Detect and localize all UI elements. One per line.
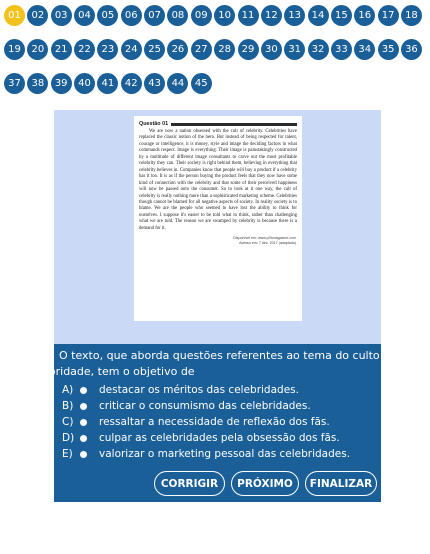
question-number-button-07[interactable]: 07: [144, 5, 166, 26]
alternative-c[interactable]: C) ressaltar a necessidade de reflexão d…: [62, 414, 330, 430]
question-number-button-28[interactable]: 28: [214, 39, 236, 60]
question-number-button-26[interactable]: 26: [167, 39, 189, 60]
question-number-button-20[interactable]: 20: [27, 39, 49, 60]
question-number-button-05[interactable]: 05: [97, 5, 119, 26]
question-number-button-45[interactable]: 45: [190, 73, 212, 94]
doc-header-bar: [171, 122, 297, 126]
radio-button[interactable]: [80, 418, 87, 426]
radio-button[interactable]: [80, 402, 87, 410]
question-number-button-13[interactable]: 13: [284, 5, 306, 26]
alternative-letter: D): [62, 432, 75, 444]
radio-button[interactable]: [80, 450, 87, 458]
question-number-button-11[interactable]: 11: [237, 5, 259, 26]
question-number-button-37[interactable]: 37: [4, 73, 25, 94]
question-number-button-15[interactable]: 15: [330, 5, 352, 26]
alternative-text: ressaltar a necessidade de reflexão dos …: [99, 416, 330, 428]
question-number-button-31[interactable]: 31: [284, 39, 306, 60]
question-number-button-01[interactable]: 01: [4, 5, 25, 26]
question-number-button-24[interactable]: 24: [120, 39, 142, 60]
question-number-button-02[interactable]: 02: [27, 5, 49, 26]
doc-source-line2: Acesso em: 7 dez. 2017 (adaptado).: [239, 240, 297, 245]
question-number-button-38[interactable]: 38: [27, 73, 49, 94]
question-stem-line1: O texto, que aborda questões referentes …: [59, 349, 390, 362]
question-number-button-40[interactable]: 40: [74, 73, 96, 94]
question-box: O texto, que aborda questões referentes …: [26, 344, 390, 502]
question-number-button-42[interactable]: 42: [120, 73, 142, 94]
question-number-button-10[interactable]: 10: [214, 5, 236, 26]
doc-paragraph-text: We are now a nation obsessed with the cu…: [139, 129, 297, 231]
question-number-button-33[interactable]: 33: [330, 39, 352, 60]
question-number-button-35[interactable]: 35: [377, 39, 399, 60]
finish-button[interactable]: FINALIZAR: [305, 471, 377, 496]
question-number-button-34[interactable]: 34: [354, 39, 376, 60]
check-button[interactable]: CORRIGIR: [154, 471, 225, 496]
question-stem-line2: celebridade, tem o objetivo de: [26, 365, 195, 378]
next-button[interactable]: PRÓXIMO: [231, 471, 299, 496]
question-number-button-32[interactable]: 32: [307, 39, 329, 60]
question-number-button-16[interactable]: 16: [354, 5, 376, 26]
question-number-button-09[interactable]: 09: [190, 5, 212, 26]
question-number-button-08[interactable]: 08: [167, 5, 189, 26]
question-image-panel: Questão 01 We are now a nation obsessed …: [54, 110, 381, 344]
alternative-d[interactable]: D) culpar as celebridades pela obsessão …: [62, 430, 340, 446]
question-number-button-30[interactable]: 30: [260, 39, 282, 60]
question-number-button-17[interactable]: 17: [377, 5, 399, 26]
question-number-button-27[interactable]: 27: [190, 39, 212, 60]
alternative-text: destacar os méritos das celebridades.: [99, 384, 299, 396]
alternative-letter: C): [62, 416, 74, 428]
question-number-button-19[interactable]: 19: [4, 39, 25, 60]
radio-button[interactable]: [80, 386, 87, 394]
question-number-button-41[interactable]: 41: [97, 73, 119, 94]
doc-header: Questão 01: [139, 120, 297, 128]
question-number-button-18[interactable]: 18: [400, 5, 422, 26]
question-number-button-23[interactable]: 23: [97, 39, 119, 60]
question-number-button-14[interactable]: 14: [307, 5, 329, 26]
question-number-button-22[interactable]: 22: [74, 39, 96, 60]
alternative-b[interactable]: B) criticar o consumismo das celebridade…: [62, 398, 311, 414]
question-number-button-21[interactable]: 21: [50, 39, 72, 60]
alternative-letter: E): [62, 448, 73, 460]
alternative-text: valorizar o marketing pessoal das celebr…: [99, 448, 351, 460]
doc-paragraph: We are now a nation obsessed with the cu…: [139, 129, 297, 232]
question-number-button-36[interactable]: 36: [400, 39, 422, 60]
question-number-button-03[interactable]: 03: [50, 5, 72, 26]
alternative-text: criticar o consumismo das celebridades.: [99, 400, 311, 412]
question-number-button-29[interactable]: 29: [237, 39, 259, 60]
question-number-button-39[interactable]: 39: [50, 73, 72, 94]
alternative-text: culpar as celebridades pela obsessão dos…: [99, 432, 340, 444]
question-number-button-25[interactable]: 25: [144, 39, 166, 60]
question-number-button-12[interactable]: 12: [260, 5, 282, 26]
question-text-image: Questão 01 We are now a nation obsessed …: [134, 116, 302, 321]
alternative-letter: B): [62, 400, 74, 412]
alternative-letter: A): [62, 384, 74, 396]
alternative-a[interactable]: A) destacar os méritos das celebridades.: [62, 382, 299, 398]
doc-title: Questão 01: [139, 121, 169, 127]
question-number-button-44[interactable]: 44: [167, 73, 189, 94]
alternative-e[interactable]: E) valorizar o marketing pessoal das cel…: [62, 446, 350, 462]
question-stem: O texto, que aborda questões referentes …: [26, 348, 390, 380]
doc-source: Disponível em: www.p2bmagazine.com. Aces…: [139, 236, 297, 245]
radio-button[interactable]: [80, 434, 87, 442]
question-number-button-04[interactable]: 04: [74, 5, 96, 26]
question-number-button-06[interactable]: 06: [120, 5, 142, 26]
question-number-button-43[interactable]: 43: [144, 73, 166, 94]
